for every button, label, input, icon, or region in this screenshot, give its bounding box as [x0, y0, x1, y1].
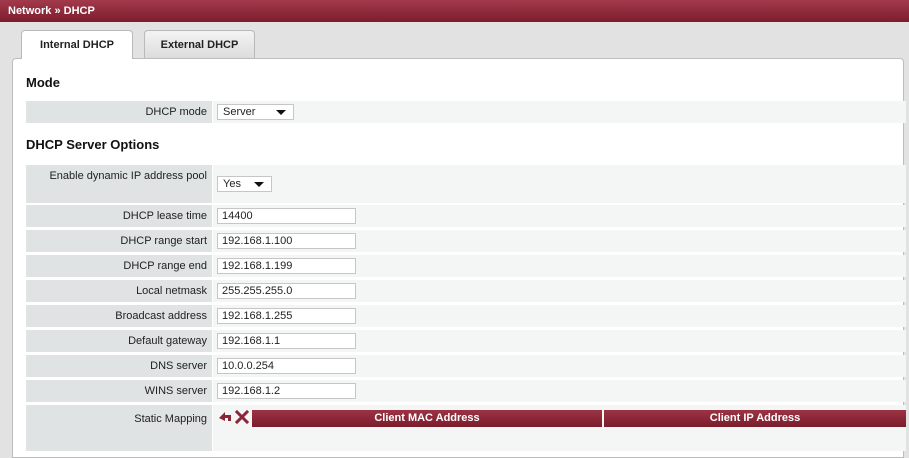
dhcp-mode-select[interactable]: Server	[217, 104, 294, 120]
gateway-field: 192.168.1.1	[212, 330, 906, 352]
dns-label: DNS server	[150, 360, 207, 372]
tab-external-dhcp[interactable]: External DHCP	[144, 30, 255, 58]
range-end-row: DHCP range end 192.168.1.199	[26, 255, 906, 277]
dns-row: DNS server 10.0.0.254	[26, 355, 906, 377]
wins-label: WINS server	[144, 385, 207, 397]
wins-field: 192.168.1.2	[212, 380, 906, 402]
static-mapping-row: Static Mapping Client MAC Address Client…	[26, 405, 906, 451]
broadcast-row: Broadcast address 192.168.1.255	[26, 305, 906, 327]
add-mapping-icon[interactable]	[217, 409, 233, 425]
range-end-field: 192.168.1.199	[212, 255, 906, 277]
dhcp-mode-row: DHCP mode Server	[26, 101, 906, 123]
client-ip-column-header: Client IP Address	[604, 410, 906, 427]
breadcrumb: Network » DHCP	[0, 0, 909, 22]
dhcp-mode-label: DHCP mode	[145, 106, 207, 118]
lease-time-field: 14400	[212, 205, 906, 227]
server-options-title: DHCP Server Options	[26, 137, 160, 152]
delete-mapping-icon[interactable]	[234, 409, 250, 425]
broadcast-field: 192.168.1.255	[212, 305, 906, 327]
client-mac-column-header: Client MAC Address	[252, 410, 602, 427]
dynamic-pool-label: Enable dynamic IP address pool	[49, 170, 207, 182]
netmask-field: 255.255.255.0	[212, 280, 906, 302]
dynamic-pool-row: Enable dynamic IP address pool Yes	[26, 165, 906, 203]
dns-field: 10.0.0.254	[212, 355, 906, 377]
chevron-down-icon	[276, 110, 286, 115]
netmask-row: Local netmask 255.255.255.0	[26, 280, 906, 302]
range-start-label: DHCP range start	[120, 235, 207, 247]
range-start-row: DHCP range start 192.168.1.100	[26, 230, 906, 252]
wins-input[interactable]: 192.168.1.2	[217, 383, 356, 399]
netmask-label: Local netmask	[136, 285, 207, 297]
range-start-field: 192.168.1.100	[212, 230, 906, 252]
static-mapping-field: Client MAC Address Client IP Address	[212, 405, 906, 451]
dhcp-mode-value: Server	[223, 106, 256, 118]
gateway-row: Default gateway 192.168.1.1	[26, 330, 906, 352]
mode-section-title: Mode	[26, 75, 60, 90]
broadcast-label: Broadcast address	[115, 310, 207, 322]
netmask-input[interactable]: 255.255.255.0	[217, 283, 356, 299]
dhcp-mode-field: Server	[212, 101, 906, 123]
dns-input[interactable]: 10.0.0.254	[217, 358, 356, 374]
broadcast-input[interactable]: 192.168.1.255	[217, 308, 356, 324]
lease-time-row: DHCP lease time 14400	[26, 205, 906, 227]
static-mapping-actions	[217, 409, 251, 425]
lease-time-label: DHCP lease time	[122, 210, 207, 222]
lease-time-input[interactable]: 14400	[217, 208, 356, 224]
wins-row: WINS server 192.168.1.2	[26, 380, 906, 402]
tab-internal-dhcp[interactable]: Internal DHCP	[21, 30, 133, 59]
dynamic-pool-field: Yes	[212, 165, 906, 203]
dhcp-settings-panel: Mode DHCP mode Server DHCP Server Option…	[12, 58, 906, 458]
dynamic-pool-value: Yes	[223, 178, 241, 190]
static-mapping-label: Static Mapping	[134, 413, 207, 425]
chevron-down-icon	[254, 182, 264, 187]
dynamic-pool-select[interactable]: Yes	[217, 176, 272, 192]
gateway-input[interactable]: 192.168.1.1	[217, 333, 356, 349]
range-end-input[interactable]: 192.168.1.199	[217, 258, 356, 274]
gateway-label: Default gateway	[128, 335, 207, 347]
range-end-label: DHCP range end	[123, 260, 207, 272]
range-start-input[interactable]: 192.168.1.100	[217, 233, 356, 249]
